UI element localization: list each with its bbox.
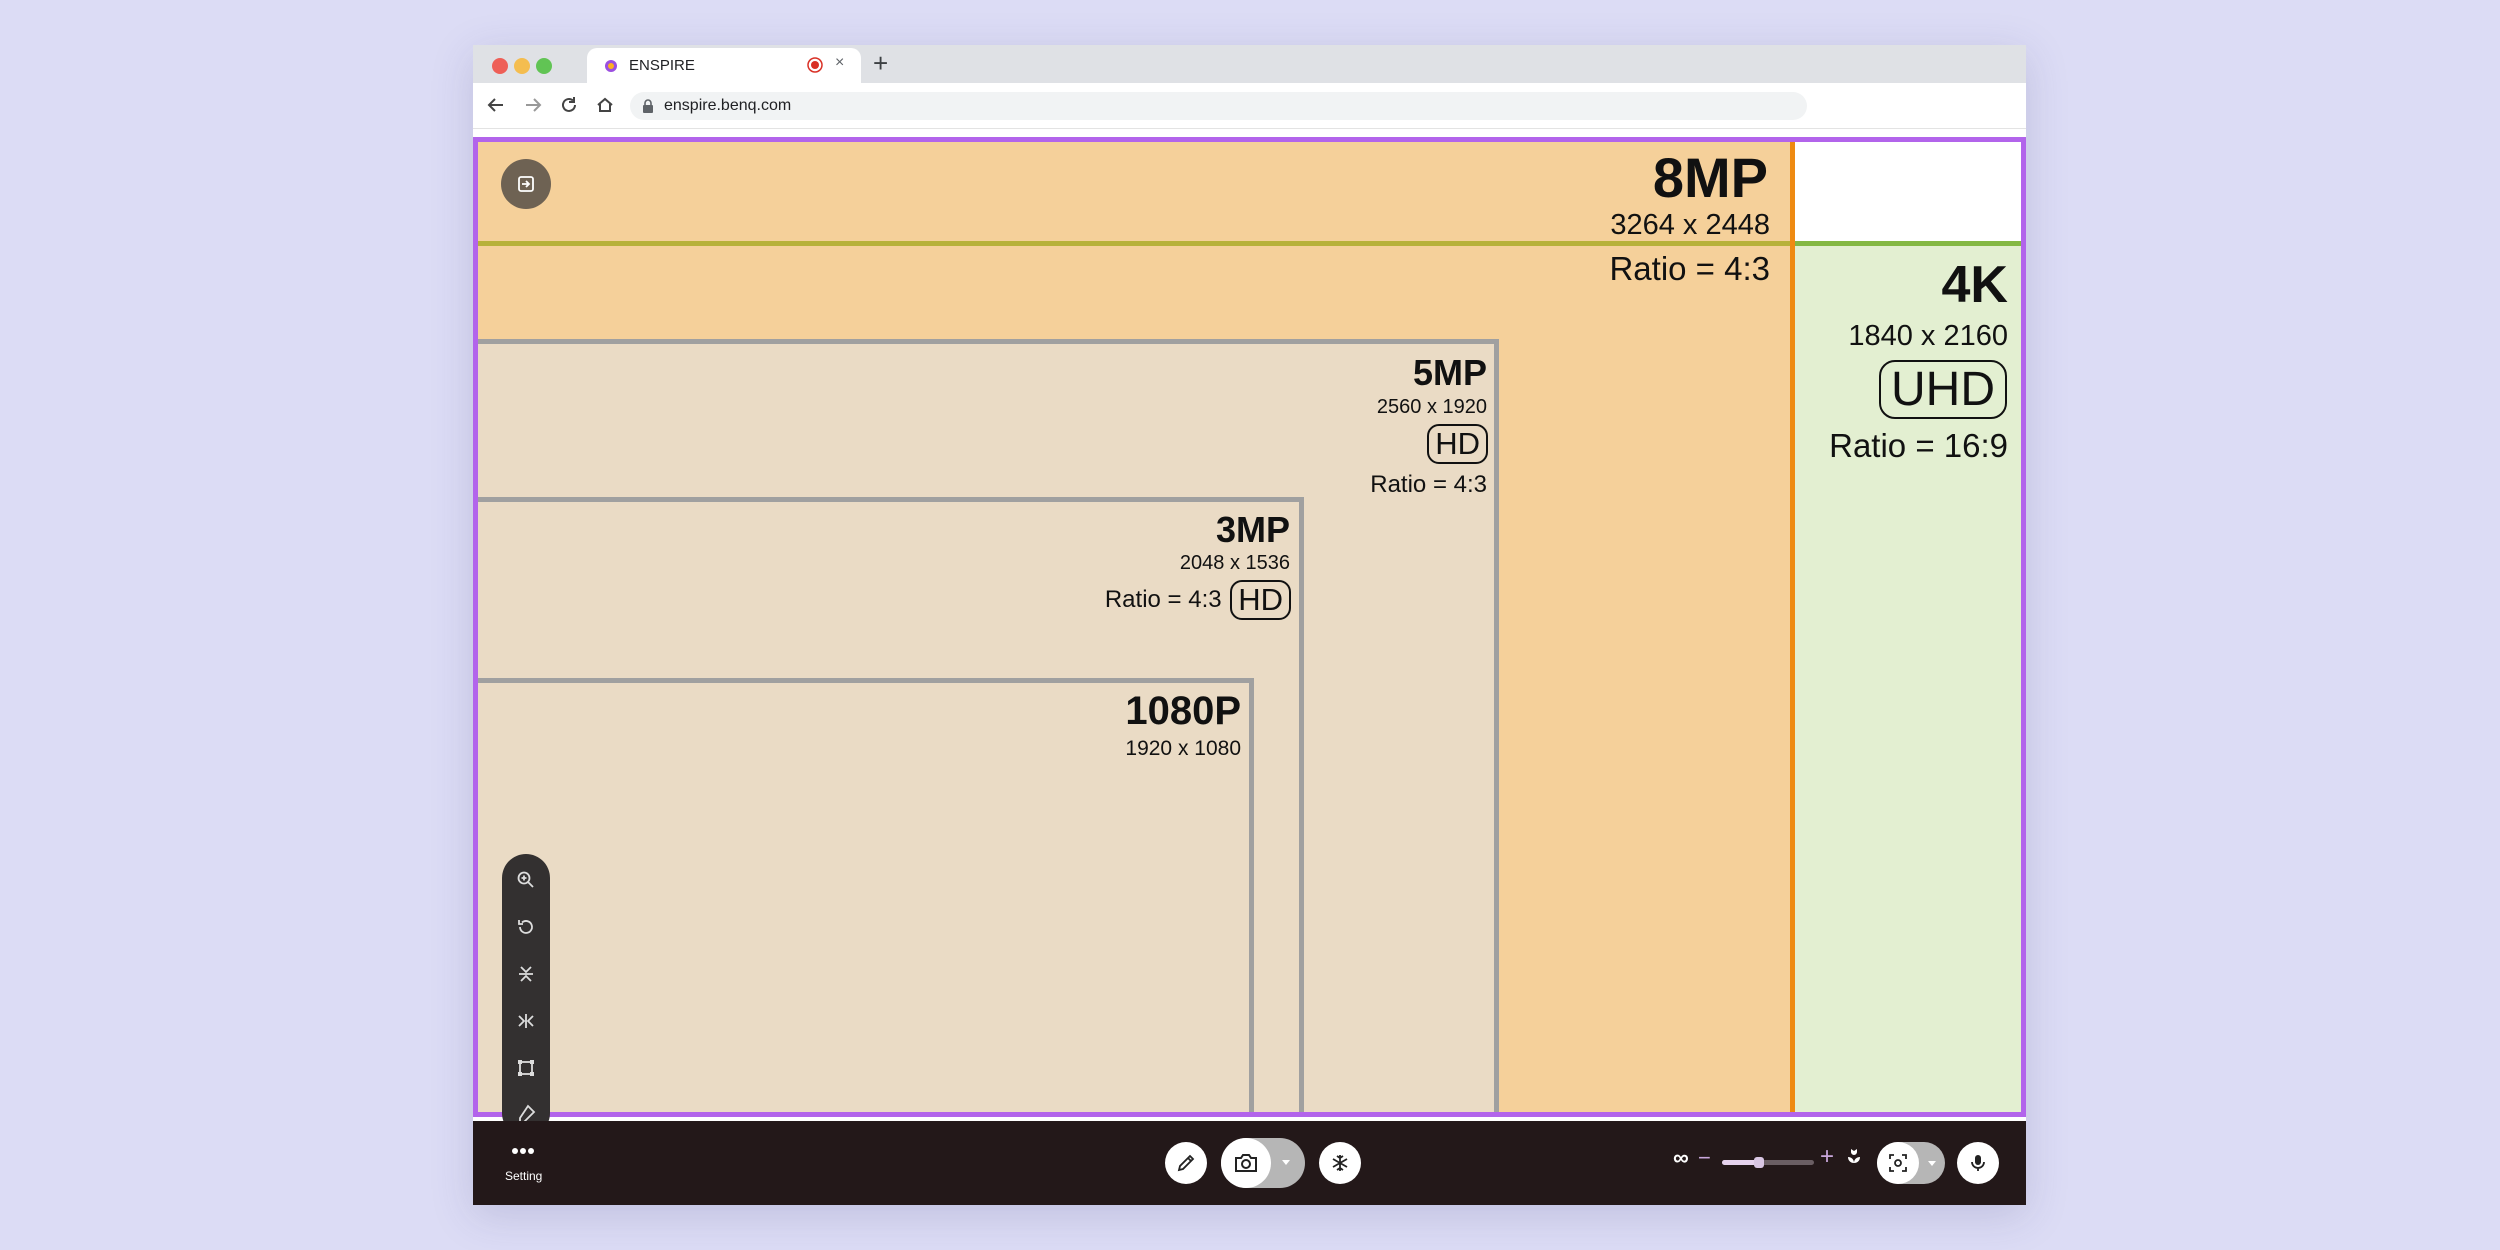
more-icon[interactable] [511, 1147, 535, 1155]
forward-icon[interactable] [523, 95, 543, 115]
label-5mp-ratio: Ratio = 4:3 [1370, 471, 1487, 498]
maximize-window-button[interactable] [536, 58, 552, 74]
crop-icon[interactable] [516, 1058, 536, 1078]
flip-horizontal-icon[interactable] [516, 1011, 536, 1031]
enspire-logo-icon [605, 60, 617, 72]
label-1080p-name: 1080P [1125, 689, 1241, 733]
label-1080p-dims: 1920 x 1080 [1125, 737, 1241, 760]
rotate-icon[interactable] [516, 917, 536, 937]
recording-icon [807, 57, 823, 73]
pen-icon [1177, 1154, 1195, 1172]
label-8mp-dims: 3264 x 2448 [1610, 209, 1770, 241]
url-text: enspire.benq.com [664, 97, 792, 114]
focus-button[interactable] [1877, 1142, 1919, 1184]
reload-icon[interactable] [559, 95, 579, 115]
label-4k-ratio: Ratio = 16:9 [1829, 427, 2008, 464]
lock-icon [643, 99, 653, 113]
microphone-icon [1971, 1155, 1985, 1171]
zoom-in-button[interactable]: + [1820, 1143, 1834, 1171]
infinity-focus-icon[interactable]: ∞ [1673, 1145, 1689, 1171]
bottom-toolbar: Setting ∞ − + [473, 1121, 2026, 1205]
uhd-badge: UHD [1879, 360, 2007, 420]
view-frame [473, 137, 2026, 1117]
camera-view[interactable]: 8MP 3264 x 2448 Ratio = 4:3 4K 1840 x 21… [473, 137, 2026, 1137]
pen-button[interactable] [1165, 1142, 1207, 1184]
hd-badge: HD [1427, 424, 1488, 464]
hd-badge: HD [1230, 580, 1291, 620]
close-window-button[interactable] [492, 58, 508, 74]
chevron-down-icon[interactable] [1927, 1160, 1937, 1168]
exit-button[interactable] [501, 159, 551, 209]
zoom-slider[interactable] [1722, 1157, 1814, 1168]
home-icon[interactable] [595, 95, 615, 115]
capture-button-group [1221, 1138, 1305, 1188]
close-tab-icon[interactable]: × [835, 54, 844, 72]
zoom-slider-handle[interactable] [1753, 1157, 1764, 1168]
zoom-in-icon[interactable] [516, 870, 536, 890]
focus-button-group [1877, 1142, 1945, 1184]
label-4k-badge-wrap: UHD [1879, 360, 2007, 420]
camera-icon [1235, 1154, 1257, 1172]
browser-window: ENSPIRE × + enspire.benq.com 8MP 3264 x … [473, 45, 2026, 1205]
label-3mp-dims: 2048 x 1536 [1179, 552, 1290, 574]
snowflake-icon [1332, 1155, 1348, 1171]
capture-button[interactable] [1221, 1138, 1271, 1188]
label-8mp-name: 8MP [1652, 146, 1768, 209]
tab-bar: ENSPIRE × + [473, 45, 2026, 83]
new-tab-button[interactable]: + [873, 47, 888, 79]
flip-vertical-icon[interactable] [516, 964, 536, 984]
setting-label[interactable]: Setting [505, 1169, 542, 1183]
microphone-button[interactable] [1957, 1142, 1999, 1184]
vertical-toolbar [502, 854, 550, 1137]
label-3mp-ratio: Ratio = 4:3 [1104, 585, 1222, 613]
exit-icon [518, 176, 534, 192]
tab-title: ENSPIRE [629, 57, 695, 74]
label-5mp-dims: 2560 x 1920 [1376, 396, 1487, 418]
label-5mp-name: 5MP [1412, 352, 1487, 393]
back-icon[interactable] [486, 95, 506, 115]
label-4k-dims: 1840 x 2160 [1848, 320, 2008, 352]
url-input[interactable]: enspire.benq.com [630, 92, 1807, 120]
minimize-window-button[interactable] [514, 58, 530, 74]
label-3mp-row: Ratio = 4:3 HD [1105, 580, 1291, 620]
label-3mp-name: 3MP [1215, 509, 1290, 550]
macro-focus-icon[interactable] [1845, 1147, 1863, 1165]
chevron-down-icon[interactable] [1281, 1159, 1291, 1167]
label-8mp-ratio: Ratio = 4:3 [1609, 250, 1770, 287]
zoom-out-button[interactable]: − [1698, 1145, 1711, 1171]
tab-enspire[interactable]: ENSPIRE × [587, 48, 861, 83]
address-bar: enspire.benq.com [473, 83, 2026, 129]
label-4k-name: 4K [1941, 256, 2008, 314]
label-5mp-badge-wrap: HD [1427, 424, 1488, 464]
focus-icon [1889, 1154, 1907, 1172]
freeze-button[interactable] [1319, 1142, 1361, 1184]
